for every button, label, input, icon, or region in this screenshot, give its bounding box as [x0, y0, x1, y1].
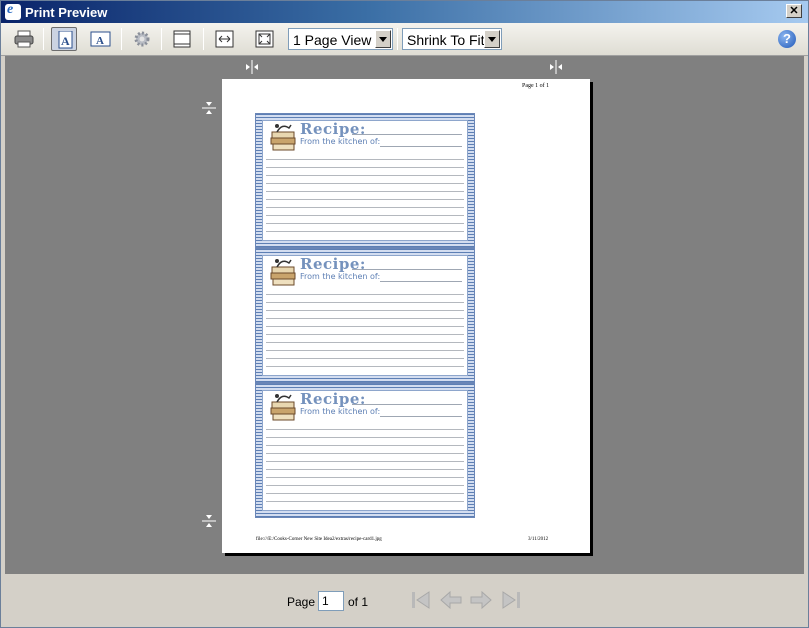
recipe-card: Recipe: From the kitchen of:	[255, 383, 475, 518]
left-margin-handle[interactable]	[242, 60, 262, 74]
card-ruled-lines	[266, 422, 464, 508]
last-page-button[interactable]	[499, 589, 523, 611]
page-count-label: of 1	[348, 595, 369, 609]
recipe-card: Recipe: From the kitchen of:	[255, 248, 475, 383]
title-bar: e Print Preview ✕	[1, 1, 808, 23]
card-ruled-lines	[266, 152, 464, 238]
landscape-icon: A	[90, 31, 111, 47]
svg-text:A: A	[61, 34, 70, 48]
headers-footers-button[interactable]	[169, 27, 195, 51]
printer-icon	[14, 30, 34, 48]
right-margin-handle[interactable]	[546, 60, 566, 74]
full-width-button[interactable]	[211, 27, 237, 51]
status-bar: Page 1 of 1	[1, 574, 808, 627]
landscape-button[interactable]: A	[87, 27, 113, 51]
next-page-button[interactable]	[469, 589, 493, 611]
chevron-down-icon[interactable]	[484, 30, 500, 48]
full-width-icon	[215, 30, 234, 48]
cookbook-illustration-icon	[270, 124, 296, 151]
page-footer-date: 3/11/2012	[528, 537, 549, 542]
cookbook-illustration-icon	[270, 259, 296, 286]
card-title: Recipe:	[300, 120, 366, 138]
scale-select-value: Shrink To Fit	[407, 32, 485, 48]
preview-area: Page 1 of 1 Recipe: From the kitchen of:	[5, 56, 804, 574]
close-button[interactable]: ✕	[786, 4, 802, 18]
page-setup-button[interactable]	[129, 27, 155, 51]
cookbook-illustration-icon	[270, 394, 296, 421]
header-footer-icon	[173, 30, 191, 48]
page-number-input[interactable]: 1	[318, 591, 344, 611]
view-select-value: 1 Page View	[293, 32, 372, 48]
full-page-icon	[255, 30, 274, 48]
first-page-button[interactable]	[409, 589, 433, 611]
preview-page: Page 1 of 1 Recipe: From the kitchen of:	[222, 79, 590, 553]
print-preview-window: e Print Preview ✕ A A 1 Page View Shrink…	[0, 0, 809, 628]
portrait-icon: A	[58, 31, 73, 49]
ie-logo-icon: e	[5, 2, 21, 20]
full-page-button[interactable]	[251, 27, 277, 51]
card-title: Recipe:	[300, 390, 366, 408]
page-header-number: Page 1 of 1	[522, 83, 550, 89]
scale-select[interactable]: Shrink To Fit	[402, 28, 502, 50]
chevron-down-icon[interactable]	[375, 30, 391, 48]
card-ruled-lines	[266, 287, 464, 373]
top-margin-handle[interactable]	[202, 98, 216, 118]
svg-text:A: A	[96, 35, 104, 47]
card-subtitle: From the kitchen of:	[300, 272, 381, 281]
card-title: Recipe:	[300, 255, 366, 273]
previous-page-button[interactable]	[439, 589, 463, 611]
view-select[interactable]: 1 Page View	[288, 28, 393, 50]
window-title: Print Preview	[25, 5, 108, 20]
card-subtitle: From the kitchen of:	[300, 407, 381, 416]
recipe-card: Recipe: From the kitchen of:	[255, 113, 475, 248]
print-button[interactable]	[11, 27, 37, 51]
card-subtitle: From the kitchen of:	[300, 137, 381, 146]
page-footer-path: file:///E:/Cooks-Corner New Site Idea2/e…	[256, 537, 382, 542]
bottom-margin-handle[interactable]	[202, 511, 216, 531]
page-label: Page	[287, 595, 316, 609]
gear-icon	[134, 31, 150, 47]
toolbar: A A 1 Page View Shrink To Fit ?	[1, 23, 808, 56]
portrait-button[interactable]: A	[51, 27, 77, 51]
help-button[interactable]: ?	[778, 30, 796, 48]
